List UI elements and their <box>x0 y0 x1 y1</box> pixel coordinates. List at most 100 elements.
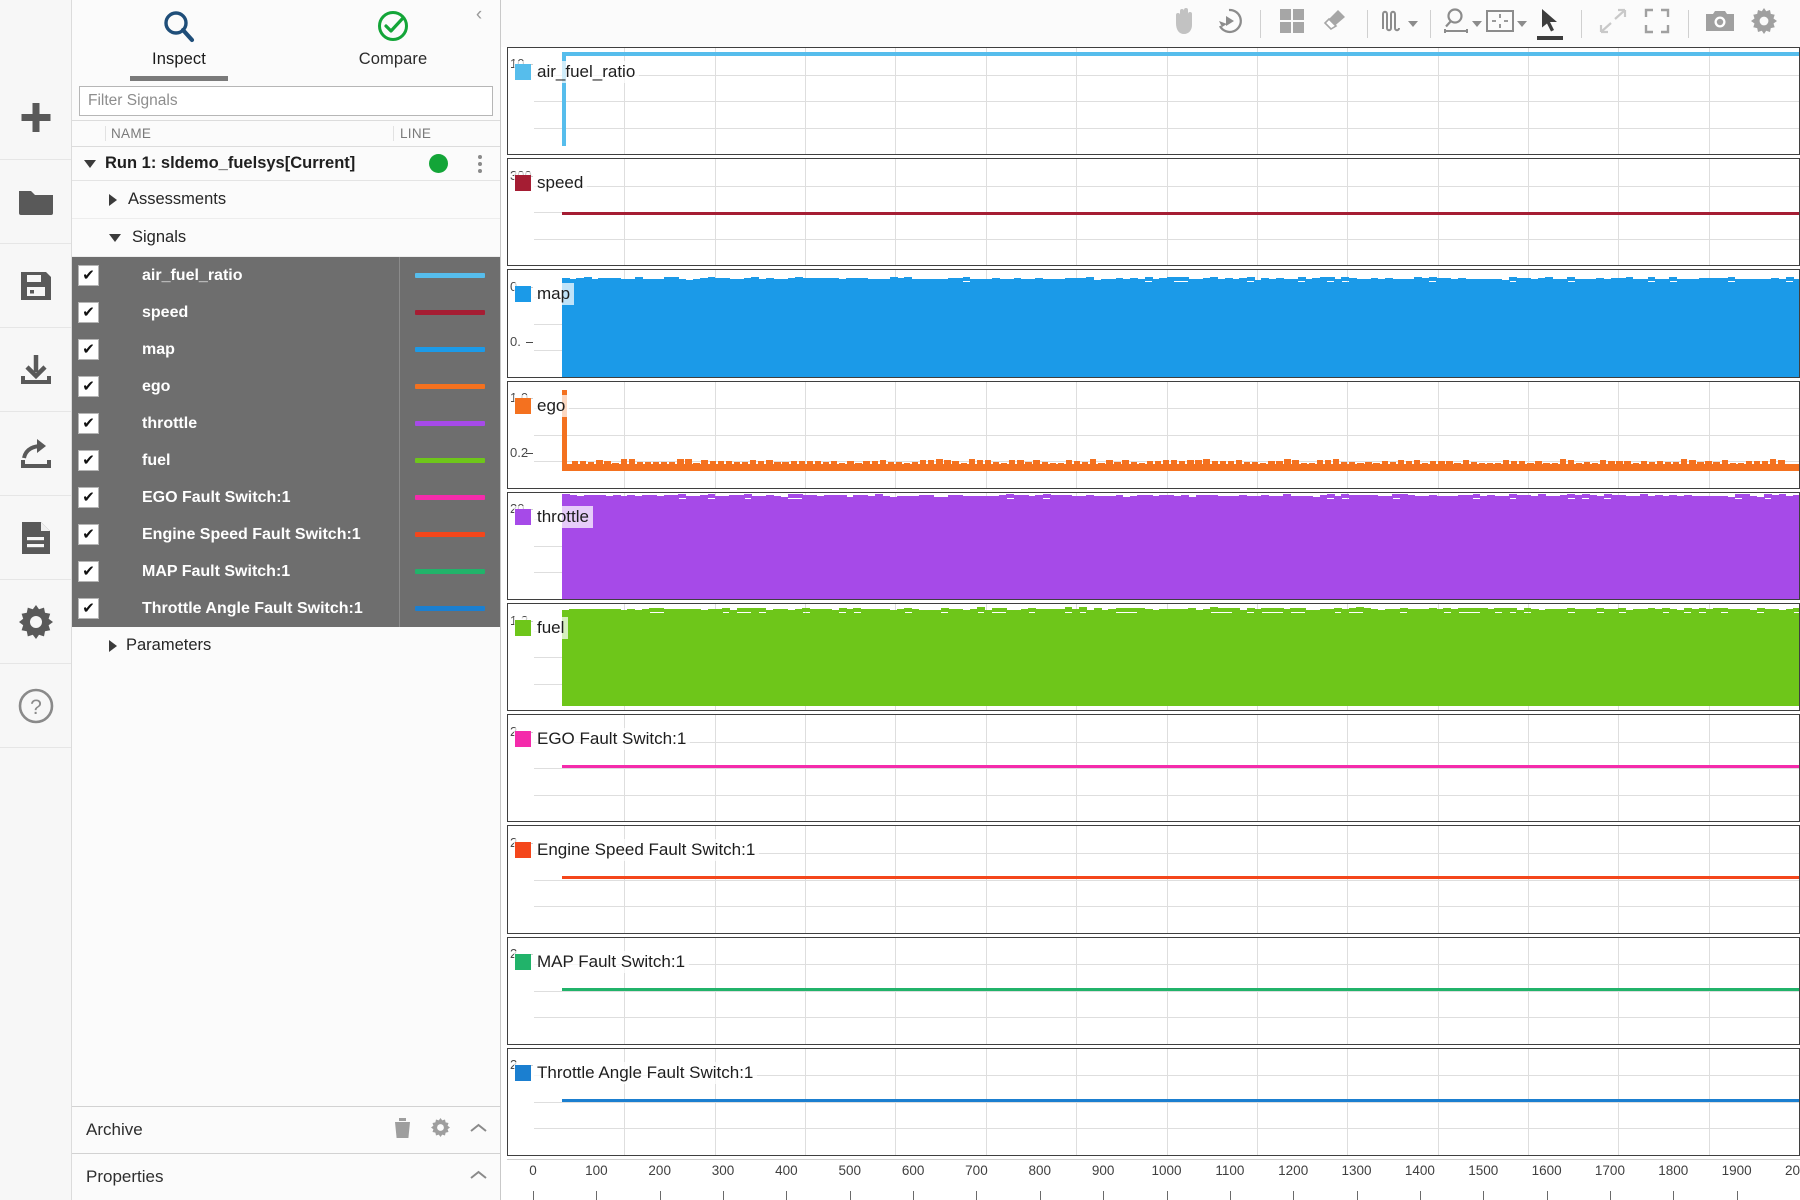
signal-row[interactable]: ✔ego <box>72 368 500 405</box>
trace-ripple <box>1001 463 1007 469</box>
group-row-parameters[interactable]: Parameters <box>72 627 500 664</box>
signal-visibility-checkbox[interactable]: ✔ <box>72 265 105 286</box>
chevron-down-icon[interactable] <box>84 160 96 168</box>
signal-visibility-checkbox[interactable]: ✔ <box>72 598 105 619</box>
run-row[interactable]: Run 1: sldemo_fuelsys[Current] <box>72 147 500 181</box>
collapse-panel-button[interactable]: ‹ <box>468 4 490 26</box>
subplot-legend[interactable]: map <box>514 283 574 305</box>
chevron-up-icon[interactable] <box>469 1168 488 1187</box>
signal-row[interactable]: ✔speed <box>72 294 500 331</box>
preferences-button[interactable] <box>0 580 71 664</box>
expand-button[interactable] <box>1591 2 1635 46</box>
signal-row[interactable]: ✔throttle <box>72 405 500 442</box>
subplot-legend[interactable]: EGO Fault Switch:1 <box>514 728 690 750</box>
signal-style-button[interactable] <box>1377 2 1421 46</box>
fit-to-view-button[interactable] <box>1484 2 1528 46</box>
signal-visibility-checkbox[interactable]: ✔ <box>72 524 105 545</box>
trace-ripple <box>629 459 635 465</box>
gear-icon[interactable] <box>430 1117 451 1143</box>
x-axis-tick-label: 2000 <box>1785 1163 1800 1178</box>
signal-row[interactable]: ✔air_fuel_ratio <box>72 257 500 294</box>
signal-row[interactable]: ✔fuel <box>72 442 500 479</box>
x-axis-tick-label: 200 <box>648 1163 671 1178</box>
chevron-down-icon[interactable] <box>1517 21 1527 27</box>
signal-line-swatch-cell[interactable] <box>399 516 500 553</box>
zoom-in-x-icon <box>1442 7 1470 40</box>
export-button[interactable] <box>0 412 71 496</box>
zoom-in-x-button[interactable] <box>1440 2 1484 46</box>
signal-line-swatch-cell[interactable] <box>399 331 500 368</box>
trace-ripple <box>1131 462 1137 468</box>
tab-inspect[interactable]: Inspect <box>72 0 286 81</box>
subplot-ego[interactable]: 1.00.2ego <box>507 381 1800 489</box>
settings-button[interactable] <box>1742 2 1786 46</box>
data-cursor-button[interactable] <box>1528 2 1572 46</box>
group-row-signals[interactable]: Signals <box>72 219 500 257</box>
subplot-layout-button[interactable] <box>1270 2 1314 46</box>
signal-line-swatch-cell[interactable] <box>399 553 500 590</box>
subplot-throttle[interactable]: 20throttle <box>507 492 1800 600</box>
help-button[interactable]: ? <box>0 664 71 748</box>
group-row-assessments[interactable]: Assessments <box>72 181 500 219</box>
fullscreen-button[interactable] <box>1635 2 1679 46</box>
signal-row[interactable]: ✔Engine Speed Fault Switch:1 <box>72 516 500 553</box>
add-button[interactable] <box>0 76 71 160</box>
signal-visibility-checkbox[interactable]: ✔ <box>72 413 105 434</box>
signal-visibility-checkbox[interactable]: ✔ <box>72 302 105 323</box>
subplot-legend[interactable]: ego <box>514 395 569 417</box>
signal-line-swatch-cell[interactable] <box>399 479 500 516</box>
signal-visibility-checkbox[interactable]: ✔ <box>72 450 105 471</box>
signal-row[interactable]: ✔MAP Fault Switch:1 <box>72 553 500 590</box>
import-button[interactable] <box>0 328 71 412</box>
signal-line-swatch-cell[interactable] <box>399 257 500 294</box>
subplot-fuel[interactable]: 1.2fuel <box>507 603 1800 711</box>
subplot-legend[interactable]: Engine Speed Fault Switch:1 <box>514 839 759 861</box>
signal-row[interactable]: ✔map <box>72 331 500 368</box>
signal-line-swatch-cell[interactable] <box>399 294 500 331</box>
chevron-right-icon[interactable] <box>109 640 117 652</box>
open-folder-button[interactable] <box>0 160 71 244</box>
chevron-down-icon[interactable] <box>109 234 121 242</box>
filter-signals-input[interactable] <box>79 86 493 116</box>
clear-button[interactable] <box>1314 2 1358 46</box>
signal-visibility-checkbox[interactable]: ✔ <box>72 487 105 508</box>
archive-bar[interactable]: Archive <box>72 1106 500 1153</box>
subplot-throttle-angle-fault-switch-1[interactable]: 2Throttle Angle Fault Switch:1 <box>507 1048 1800 1156</box>
signal-visibility-checkbox[interactable]: ✔ <box>72 376 105 397</box>
subplot-legend[interactable]: fuel <box>514 617 568 639</box>
signal-line-swatch-cell[interactable] <box>399 442 500 479</box>
subplot-legend[interactable]: MAP Fault Switch:1 <box>514 951 689 973</box>
signal-row[interactable]: ✔EGO Fault Switch:1 <box>72 479 500 516</box>
signal-line-swatch-cell[interactable] <box>399 405 500 442</box>
save-button[interactable] <box>0 244 71 328</box>
subplot-legend[interactable]: Throttle Angle Fault Switch:1 <box>514 1062 757 1084</box>
signal-name-label: speed <box>105 304 399 322</box>
signal-row[interactable]: ✔Throttle Angle Fault Switch:1 <box>72 590 500 627</box>
subplot-ego-fault-switch-1[interactable]: 2EGO Fault Switch:1 <box>507 714 1800 822</box>
signal-line-swatch-cell[interactable] <box>399 590 500 627</box>
chevron-down-icon[interactable] <box>1472 21 1482 27</box>
subplot-map[interactable]: 0.0.map <box>507 269 1800 377</box>
chevron-down-icon[interactable] <box>1408 21 1418 27</box>
subplot-engine-speed-fault-switch-1[interactable]: 2Engine Speed Fault Switch:1 <box>507 825 1800 933</box>
subplot-legend[interactable]: speed <box>514 172 587 194</box>
chevron-up-icon[interactable] <box>469 1121 488 1140</box>
subplot-map-fault-switch-1[interactable]: 2MAP Fault Switch:1 <box>507 937 1800 1045</box>
chevron-right-icon[interactable] <box>109 194 117 206</box>
run-options-button[interactable] <box>478 155 482 173</box>
trash-icon[interactable] <box>393 1117 412 1144</box>
replay-button[interactable] <box>1207 2 1251 46</box>
signal-visibility-checkbox[interactable]: ✔ <box>72 339 105 360</box>
signal-visibility-checkbox[interactable]: ✔ <box>72 561 105 582</box>
properties-bar[interactable]: Properties <box>72 1153 500 1200</box>
subplot-legend[interactable]: throttle <box>514 506 593 528</box>
subplot-speed[interactable]: 300speed <box>507 158 1800 266</box>
trace-ripple <box>928 460 934 466</box>
x-axis-tick-label: 900 <box>1092 1163 1115 1178</box>
pan-button[interactable] <box>1163 2 1207 46</box>
subplot-legend[interactable]: air_fuel_ratio <box>514 61 639 83</box>
signal-line-swatch-cell[interactable] <box>399 368 500 405</box>
subplot-air-fuel-ratio[interactable]: 10air_fuel_ratio <box>507 47 1800 155</box>
snapshot-button[interactable] <box>1698 2 1742 46</box>
report-button[interactable] <box>0 496 71 580</box>
